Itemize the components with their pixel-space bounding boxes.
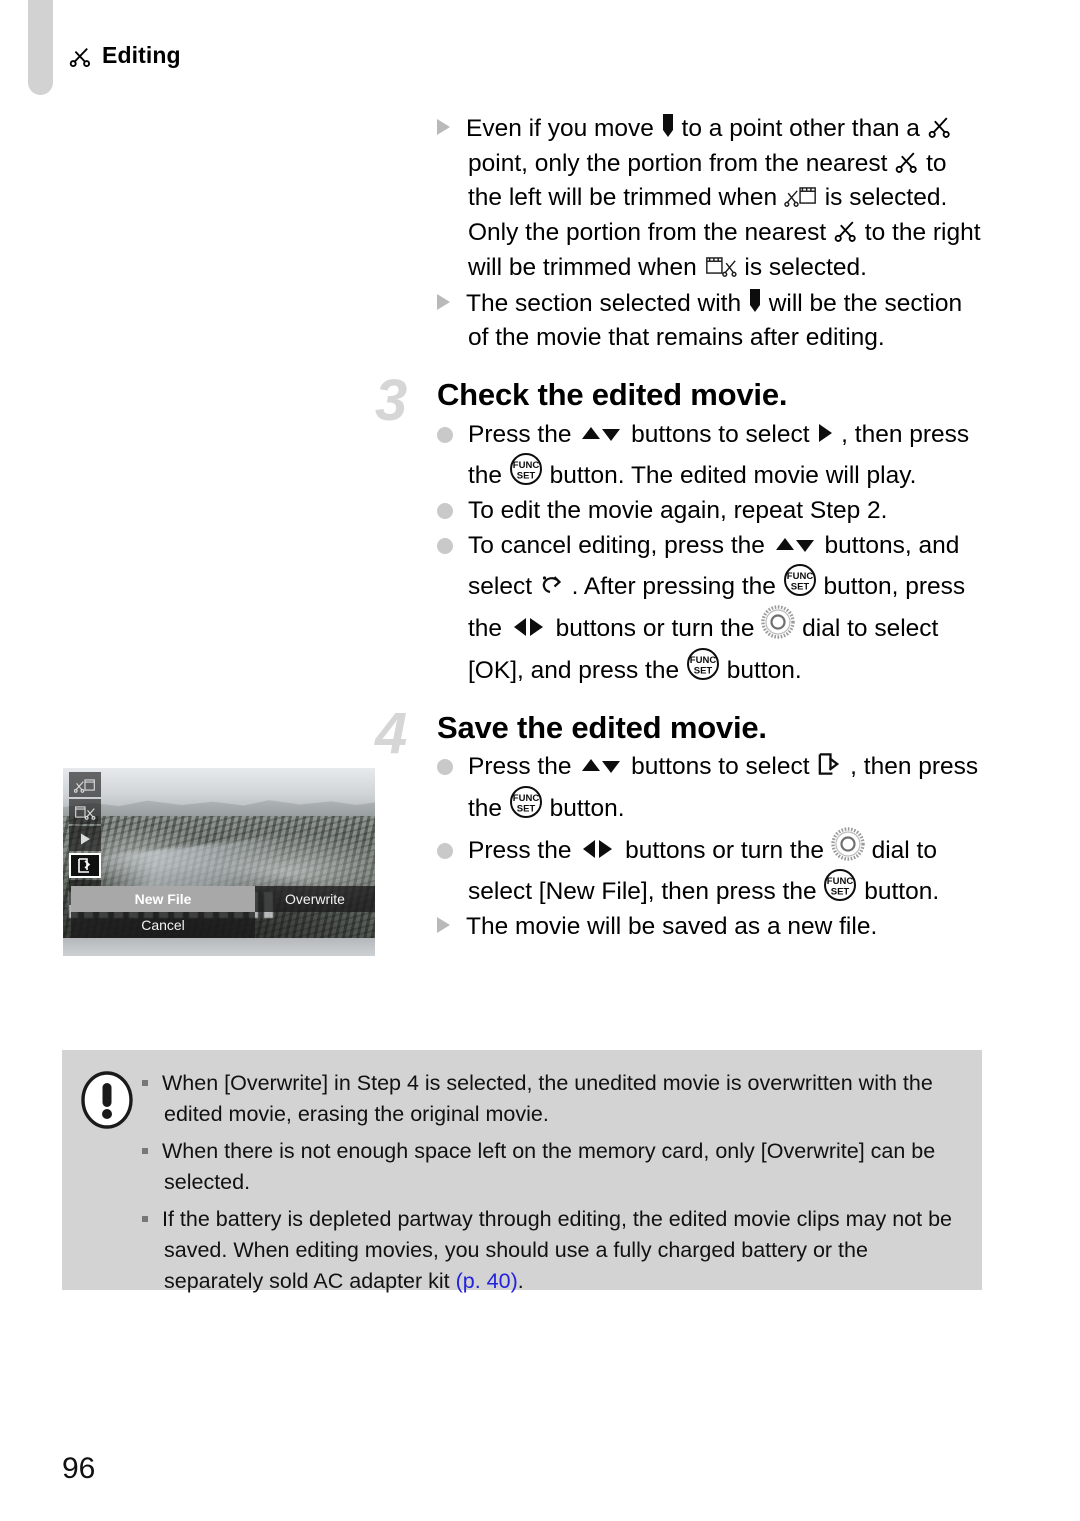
- svg-text:FUNC: FUNC: [827, 876, 854, 887]
- func-set-button-icon: FUNC SET: [783, 563, 817, 597]
- square-bullet-icon: [142, 1216, 148, 1222]
- chapter-header: Editing: [68, 42, 181, 69]
- edit-marker-icon: [661, 113, 675, 139]
- scissors-icon: [68, 44, 92, 68]
- up-down-buttons-icon: [772, 534, 818, 556]
- func-set-button-icon: FUNC SET: [823, 868, 857, 902]
- left-right-buttons-icon: [578, 837, 618, 861]
- step-heading: Save the edited movie.: [437, 709, 767, 745]
- note-text: Even if you move to a point other than a…: [437, 112, 982, 286]
- up-down-buttons-icon: [578, 755, 624, 777]
- svg-text:SET: SET: [694, 665, 713, 676]
- square-bullet-icon: [142, 1080, 148, 1086]
- control-dial-icon: [831, 826, 865, 861]
- caution-item-list: When [Overwrite] in Step 4 is selected, …: [142, 1068, 968, 1303]
- svg-text:SET: SET: [790, 582, 809, 593]
- page-number: 96: [62, 1452, 96, 1485]
- triangle-bullet-icon: [437, 119, 450, 135]
- step-3: 3 Check the edited movie. Press the button…: [375, 371, 982, 689]
- figure-save-file-icon[interactable]: [69, 853, 101, 878]
- dot-bullet-icon: [437, 503, 453, 520]
- scissors-icon: [927, 114, 952, 139]
- edit-marker-icon: [748, 288, 762, 314]
- chapter-edge-tab: [28, 0, 53, 95]
- trim-right-icon: [704, 253, 738, 278]
- figure-options-row-2: Cancel: [63, 912, 375, 938]
- step-number: 3: [375, 367, 408, 433]
- play-icon: [816, 421, 834, 445]
- chapter-title: Editing: [102, 42, 181, 68]
- step-number: 4: [375, 700, 408, 766]
- triangle-bullet-icon: [437, 917, 450, 934]
- svg-text:SET: SET: [517, 803, 536, 814]
- scissors-icon: [833, 218, 858, 243]
- caution-item: When there is not enough space left on t…: [142, 1136, 968, 1198]
- control-dial-icon: [761, 605, 796, 639]
- scissors-icon: [894, 149, 919, 174]
- caution-item: If the battery is depleted partway throu…: [142, 1204, 968, 1297]
- left-right-buttons-icon: [509, 615, 549, 639]
- note-paragraph: Even if you move to a point other than a…: [437, 112, 982, 286]
- func-set-button-icon: FUNC SET: [509, 785, 543, 819]
- figure-option-overwrite[interactable]: Overwrite: [255, 886, 375, 912]
- return-icon: [539, 573, 565, 597]
- figure-option-new-file[interactable]: New File: [71, 886, 255, 912]
- step-heading: Check the edited movie.: [437, 376, 788, 412]
- exclamation-icon: [80, 1070, 134, 1135]
- main-content-column: Even if you move to a point other than a…: [375, 112, 982, 945]
- up-down-buttons-icon: [578, 423, 624, 445]
- figure-trim-left-icon[interactable]: [69, 772, 101, 797]
- func-set-button-icon: FUNC SET: [686, 647, 720, 681]
- step-bullet-item: Press the buttons or turn the dial to se…: [437, 826, 982, 910]
- svg-text:FUNC: FUNC: [787, 571, 814, 582]
- figure-options-row-1: New File Overwrite: [63, 886, 375, 912]
- step-bullet-item: To cancel editing, press the buttons, an…: [437, 529, 982, 689]
- svg-text:FUNC: FUNC: [513, 460, 540, 471]
- svg-text:SET: SET: [517, 471, 536, 482]
- page-reference-link[interactable]: (p. 40): [456, 1269, 518, 1293]
- note-text: The section selected with will be the se…: [437, 287, 982, 356]
- figure-bottom-strip: [63, 938, 375, 956]
- caution-box: When [Overwrite] in Step 4 is selected, …: [62, 1050, 982, 1293]
- figure-option-cancel[interactable]: Cancel: [71, 912, 255, 938]
- triangle-bullet-icon: [437, 293, 450, 310]
- svg-text:SET: SET: [831, 887, 850, 898]
- func-set-button-icon: FUNC SET: [509, 452, 543, 486]
- step-sub-note: The movie will be saved as a new file.: [437, 910, 982, 945]
- intro-notes: Even if you move to a point other than a…: [437, 112, 982, 356]
- figure-play-icon[interactable]: [69, 826, 101, 851]
- dot-bullet-icon: [437, 537, 453, 554]
- dot-bullet-icon: [437, 842, 453, 859]
- trim-left-icon: [784, 183, 818, 208]
- figure-save-options: New File Overwrite Cancel: [63, 886, 375, 938]
- svg-text:FUNC: FUNC: [513, 793, 540, 804]
- camera-screen-figure: New File Overwrite Cancel: [63, 768, 375, 956]
- figure-trim-right-icon[interactable]: [69, 799, 101, 824]
- dot-bullet-icon: [437, 426, 453, 443]
- manual-page: Editing Even if you move to a point othe…: [0, 0, 1080, 1521]
- save-file-icon: [816, 751, 843, 777]
- note-paragraph: The section selected with will be the se…: [437, 287, 982, 356]
- caution-item: When [Overwrite] in Step 4 is selected, …: [142, 1068, 968, 1130]
- dot-bullet-icon: [437, 759, 453, 776]
- svg-text:FUNC: FUNC: [690, 655, 717, 666]
- step-bullet-item: To edit the movie again, repeat Step 2.: [437, 494, 982, 529]
- numbered-steps: 3 Check the edited movie. Press the button…: [375, 371, 982, 945]
- step-bullet-item: Press the buttons to select , then press…: [437, 750, 982, 826]
- square-bullet-icon: [142, 1148, 148, 1154]
- step-4: 4 Save the edited movie. Press the buttons…: [375, 704, 982, 945]
- step-bullet-item: Press the buttons to select , then press…: [437, 418, 982, 494]
